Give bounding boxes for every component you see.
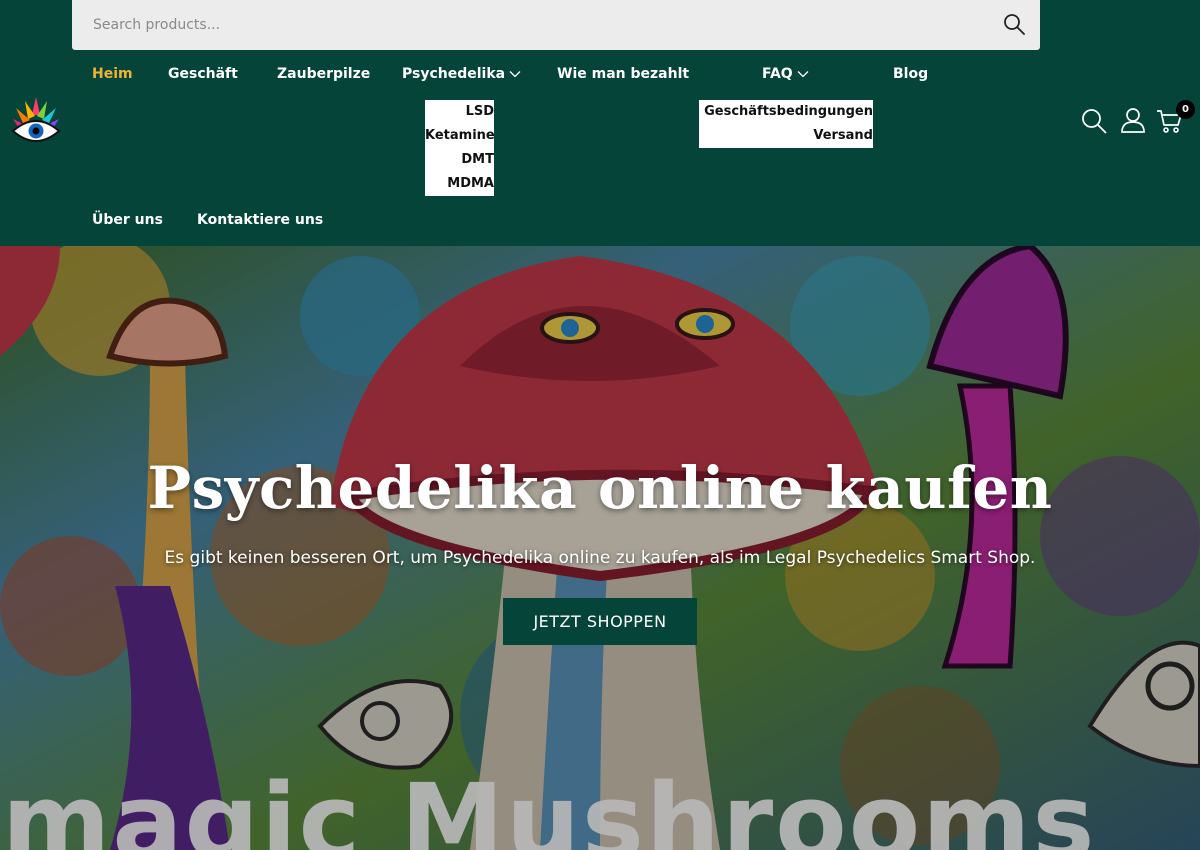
search-input[interactable] — [72, 0, 982, 50]
nav-item-how-to-pay[interactable]: Wie man bezahlt — [557, 66, 689, 82]
site-header: Heim Geschäft Zauberpilze Psychedelika W… — [0, 0, 1200, 246]
cart-count-badge: 0 — [1176, 100, 1195, 119]
site-logo[interactable] — [11, 95, 61, 147]
shop-now-button[interactable]: JETZT SHOPPEN — [503, 598, 697, 645]
faq-submenu: Geschäftsbedingungen Versand — [699, 100, 873, 148]
eye-lotus-logo-icon — [11, 97, 61, 142]
nav-item-contact[interactable]: Kontaktiere uns — [197, 212, 323, 228]
account-button[interactable] — [1120, 107, 1146, 137]
header-search-button[interactable] — [1081, 108, 1107, 138]
submenu-item-shipping[interactable]: Versand — [699, 124, 873, 148]
hero-title: Psychedelika online kaufen — [147, 454, 1053, 522]
nav-item-magic-mushrooms[interactable]: Zauberpilze — [277, 66, 370, 82]
submenu-item-mdma[interactable]: MDMA — [425, 172, 494, 196]
psychedelics-submenu: LSD Ketamine DMT MDMA — [425, 100, 495, 196]
chevron-down-icon — [509, 71, 521, 78]
nav-item-psychedelics-label: Psychedelika — [402, 66, 506, 82]
hero-watermark-text: magic Mushrooms — [2, 761, 1097, 850]
user-icon — [1121, 108, 1145, 133]
submenu-item-dmt[interactable]: DMT — [425, 148, 494, 172]
nav-item-faq-label: FAQ — [762, 66, 793, 82]
nav-item-about-us[interactable]: Über uns — [92, 212, 163, 228]
nav-item-home[interactable]: Heim — [92, 66, 133, 82]
submenu-item-lsd[interactable]: LSD — [425, 100, 494, 124]
search-submit-button[interactable] — [1002, 12, 1028, 38]
search-icon — [1004, 14, 1025, 35]
hero-banner: Psychedelika online kaufen Es gibt keine… — [0, 246, 1200, 850]
chevron-down-icon — [797, 71, 809, 78]
hero-subtitle: Es gibt keinen besseren Ort, um Psychede… — [164, 548, 1036, 568]
submenu-item-terms[interactable]: Geschäftsbedingungen — [699, 100, 873, 124]
nav-item-blog[interactable]: Blog — [893, 66, 928, 82]
nav-item-psychedelics[interactable]: Psychedelika — [402, 66, 521, 82]
nav-item-faq[interactable]: FAQ — [762, 66, 809, 82]
submenu-item-ketamine[interactable]: Ketamine — [425, 124, 495, 148]
nav-item-shop[interactable]: Geschäft — [168, 66, 238, 82]
search-icon — [1082, 109, 1107, 134]
search-bar — [72, 0, 1040, 50]
